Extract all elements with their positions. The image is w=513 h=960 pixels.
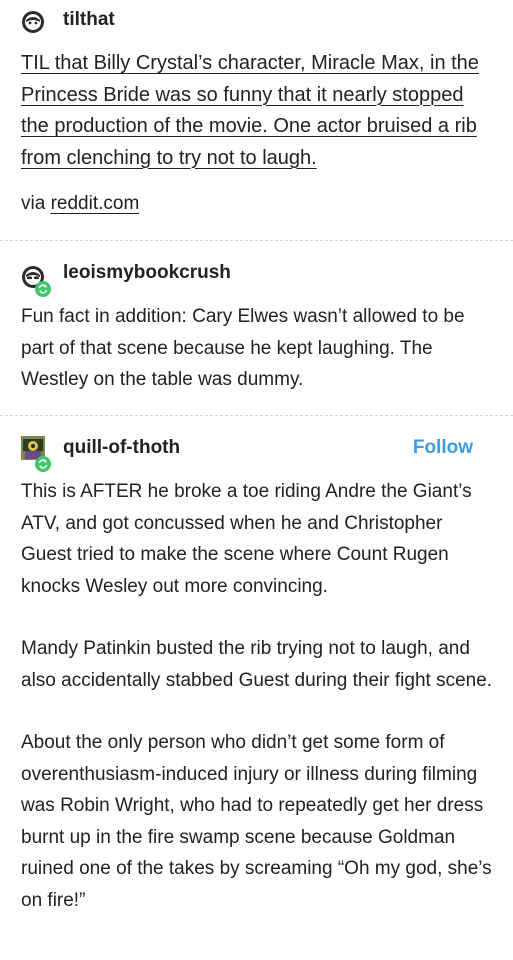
reblog-comment: quill-of-thoth Follow This is AFTER he b… <box>0 416 513 916</box>
via-line: via reddit.com <box>21 190 493 218</box>
post-username[interactable]: tilthat <box>63 8 115 32</box>
source-link[interactable]: reddit.com <box>51 193 140 214</box>
reblog-paragraph: About the only person who didn’t get som… <box>21 732 492 911</box>
reblog-badge-icon <box>35 281 51 297</box>
follow-button[interactable]: Follow <box>413 436 473 460</box>
reblog-comment: leoismybookcrush Fun fact in addition: C… <box>0 241 513 405</box>
post-header: tilthat <box>21 0 493 46</box>
via-label: via <box>21 193 46 214</box>
reblog-paragraph: Mandy Patinkin busted the rib trying not… <box>21 638 493 691</box>
original-post: tilthat TIL that Billy Crystal’s charact… <box>0 0 513 240</box>
reblog-username[interactable]: quill-of-thoth <box>63 436 180 460</box>
reblog-body: Fun fact in addition: Cary Elwes wasn’t … <box>21 306 465 390</box>
reblog-paragraph: This is AFTER he broke a toe riding Andr… <box>21 481 472 597</box>
reblog-badge-icon <box>35 456 51 472</box>
reblog-username[interactable]: leoismybookcrush <box>63 261 231 285</box>
post-title: TIL that Billy Crystal’s character, Mira… <box>21 52 479 169</box>
tilthat-avatar-icon[interactable] <box>21 10 45 34</box>
reblog-header: leoismybookcrush <box>21 257 493 301</box>
reblog-header: quill-of-thoth Follow <box>21 432 493 476</box>
